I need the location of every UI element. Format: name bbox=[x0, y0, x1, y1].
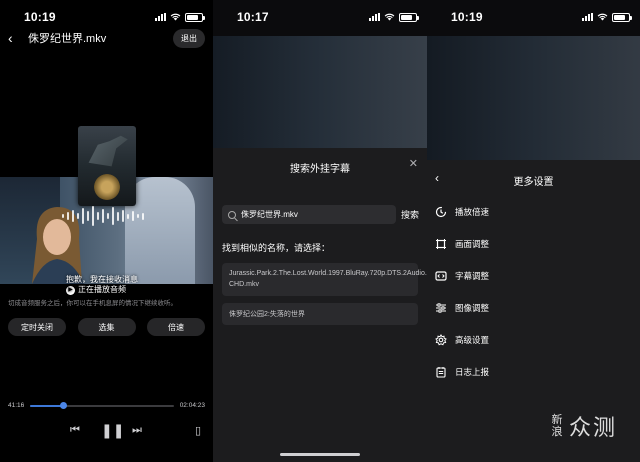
subtitle-search-sheet: 搜索外挂字幕 ✕ 侏罗纪世界.mkv 搜索 找到相似的名称，请选择： Juras… bbox=[213, 148, 427, 462]
gear-icon bbox=[435, 334, 447, 346]
video-frame bbox=[427, 36, 640, 160]
audio-mode-screen: 10:19 ‹ 侏罗纪世界.mkv 退出 抱歉，我在接收消息 ▶ 正在播放音频 bbox=[0, 0, 213, 462]
signal-icon bbox=[369, 13, 380, 21]
home-indicator bbox=[280, 453, 360, 456]
status-time: 10:19 bbox=[24, 10, 56, 24]
previous-icon[interactable]: ⏮ bbox=[70, 424, 80, 437]
top-bar: ‹ 侏罗纪世界.mkv 退出 bbox=[0, 28, 213, 48]
menu-item-picture[interactable]: 画面调整 bbox=[435, 236, 489, 252]
sheet-title: 搜索外挂字幕 bbox=[290, 164, 350, 175]
subtitle-result[interactable]: Jurassic.Park.2.The.Lost.World.1997.BluR… bbox=[222, 263, 427, 296]
search-button[interactable]: 搜索 bbox=[401, 208, 419, 221]
screen-mode-icon[interactable]: ▯ bbox=[195, 424, 201, 437]
wifi-icon bbox=[597, 13, 608, 21]
now-playing-label: 抱歉，我在接收消息 ▶ 正在播放音频 bbox=[66, 275, 138, 295]
status-time: 10:17 bbox=[237, 10, 269, 24]
status-bar: 10:19 bbox=[427, 0, 640, 34]
next-icon[interactable]: ⏭ bbox=[132, 424, 142, 437]
menu-item-image[interactable]: 图像调整 bbox=[435, 300, 489, 316]
total-time: 02:04:23 bbox=[179, 402, 205, 409]
progress-knob[interactable] bbox=[60, 401, 68, 409]
progress-row: 41:16 02:04:23 bbox=[8, 401, 205, 409]
pause-icon[interactable]: ❚❚ bbox=[101, 422, 124, 439]
menu-item-subtitle[interactable]: 字幕调整 bbox=[435, 268, 489, 284]
watermark-logo: 新浪 众测 bbox=[551, 410, 617, 442]
action-buttons: 定时关闭 选集 倍速 bbox=[8, 318, 205, 336]
search-input[interactable]: 侏罗纪世界.mkv bbox=[222, 205, 396, 224]
battery-icon bbox=[399, 12, 419, 22]
status-icons bbox=[369, 12, 419, 22]
found-label: 找到相似的名称，请选择： bbox=[222, 243, 331, 253]
battery-icon bbox=[185, 12, 205, 22]
status-bar: 10:17 bbox=[213, 0, 427, 34]
frame-icon bbox=[435, 238, 447, 250]
status-icons bbox=[155, 12, 205, 22]
menu-item-label: 高级设置 bbox=[455, 335, 490, 345]
menu-item-label: 画面调整 bbox=[455, 239, 490, 249]
wifi-icon bbox=[170, 13, 181, 21]
exit-button[interactable]: 退出 bbox=[173, 28, 205, 48]
now-playing-line2: 正在播放音频 bbox=[78, 285, 126, 294]
signal-icon bbox=[582, 13, 593, 21]
battery-icon bbox=[612, 12, 632, 22]
search-icon bbox=[228, 210, 236, 219]
watermark-big: 众测 bbox=[569, 416, 618, 441]
signal-icon bbox=[155, 13, 166, 21]
progress-track[interactable] bbox=[30, 401, 174, 409]
log-icon bbox=[435, 366, 447, 378]
episodes-button[interactable]: 选集 bbox=[77, 318, 136, 336]
menu-item-label: 日志上报 bbox=[455, 367, 490, 377]
progress-fill bbox=[30, 404, 64, 407]
watermark-small: 新浪 bbox=[551, 413, 565, 438]
playback-controls: ⏮ ❚❚ ⏭ ▯ bbox=[0, 422, 213, 442]
current-time: 41:16 bbox=[8, 402, 25, 409]
speed-button[interactable]: 倍速 bbox=[147, 318, 205, 336]
status-icons bbox=[582, 12, 632, 22]
menu-item-label: 字幕调整 bbox=[455, 271, 490, 281]
speed-icon bbox=[435, 206, 447, 218]
menu-item-speed[interactable]: 播放倍速 bbox=[435, 204, 489, 220]
audio-wave bbox=[62, 204, 144, 228]
search-value: 侏罗纪世界.mkv bbox=[241, 210, 298, 219]
back-icon[interactable]: ‹ bbox=[8, 30, 22, 46]
subtitle-icon bbox=[435, 270, 447, 282]
close-icon[interactable]: ✕ bbox=[409, 157, 418, 170]
video-frame bbox=[213, 36, 427, 148]
subtitle-search-screen: 10:17 搜索外挂字幕 ✕ 侏罗纪世界.mkv 搜索 找到相似的名称，请选择：… bbox=[213, 0, 427, 462]
subtitle-result[interactable]: 侏罗纪公园2:失落的世界 bbox=[222, 303, 418, 325]
audio-hint: 切成音频服务之后，你可以在手机息屏的情况下继续收听。 bbox=[8, 300, 177, 307]
wifi-icon bbox=[384, 13, 395, 21]
sheet-title: 更多设置 bbox=[513, 177, 554, 188]
now-playing-line1: 抱歉，我在接收消息 bbox=[66, 275, 138, 284]
menu-item-label: 播放倍速 bbox=[455, 207, 490, 217]
menu-item-label: 图像调整 bbox=[455, 303, 490, 313]
status-time: 10:19 bbox=[451, 10, 483, 24]
more-settings-screen: 10:19 ‹ 更多设置 播放倍速 画面调整 字幕调整 图像调整 高级设置 日志… bbox=[427, 0, 640, 462]
menu-item-log[interactable]: 日志上报 bbox=[435, 364, 489, 380]
movie-poster bbox=[78, 126, 136, 206]
menu-item-advanced[interactable]: 高级设置 bbox=[435, 332, 489, 348]
sliders-icon bbox=[435, 302, 447, 314]
play-small-icon[interactable]: ▶ bbox=[66, 285, 75, 295]
file-title: 侏罗纪世界.mkv bbox=[28, 33, 107, 45]
timer-off-button[interactable]: 定时关闭 bbox=[8, 318, 66, 336]
